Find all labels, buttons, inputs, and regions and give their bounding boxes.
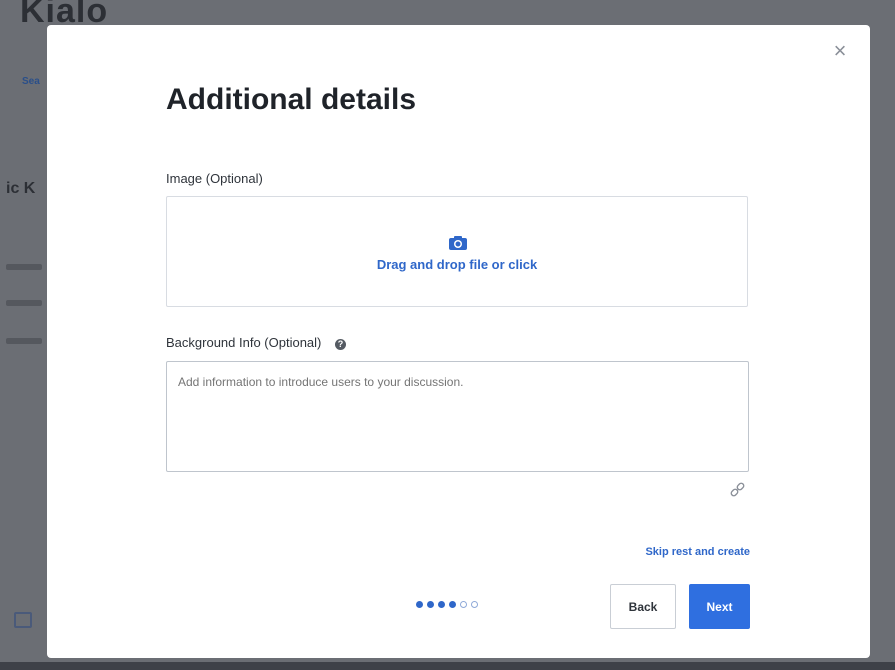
skip-rest-and-create-link[interactable]: Skip rest and create bbox=[645, 546, 750, 558]
step-progress-dots bbox=[416, 601, 478, 608]
close-button[interactable]: × bbox=[828, 39, 852, 63]
dialog-title: Additional details bbox=[166, 83, 417, 116]
background-info-textarea[interactable] bbox=[166, 361, 749, 472]
background-text-line bbox=[6, 264, 42, 270]
background-text-line bbox=[6, 300, 42, 306]
background-search-link: Sea bbox=[22, 76, 40, 87]
additional-details-dialog: × Additional details Image (Optional) Dr… bbox=[47, 25, 870, 658]
step-dot-pending bbox=[471, 601, 478, 608]
background-icon bbox=[14, 612, 32, 628]
step-dot-completed bbox=[449, 601, 456, 608]
background-info-label: Background Info (Optional) ? bbox=[166, 335, 346, 350]
help-icon[interactable]: ? bbox=[335, 339, 346, 350]
link-icon[interactable] bbox=[729, 481, 747, 499]
close-icon: × bbox=[833, 38, 847, 63]
background-bottom-bar bbox=[0, 662, 895, 670]
next-button[interactable]: Next bbox=[689, 584, 750, 629]
step-dot-pending bbox=[460, 601, 467, 608]
step-dot-completed bbox=[427, 601, 434, 608]
background-heading: ic K bbox=[6, 180, 36, 197]
back-button[interactable]: Back bbox=[610, 584, 676, 629]
dropzone-text: Drag and drop file or click bbox=[376, 257, 538, 272]
background-info-label-text: Background Info (Optional) bbox=[166, 335, 322, 350]
background-text-line bbox=[6, 338, 42, 344]
image-field-label: Image (Optional) bbox=[166, 171, 263, 186]
camera-icon bbox=[449, 236, 467, 250]
image-dropzone[interactable]: Drag and drop file or click bbox=[166, 196, 748, 307]
step-dot-completed bbox=[416, 601, 423, 608]
step-dot-completed bbox=[438, 601, 445, 608]
